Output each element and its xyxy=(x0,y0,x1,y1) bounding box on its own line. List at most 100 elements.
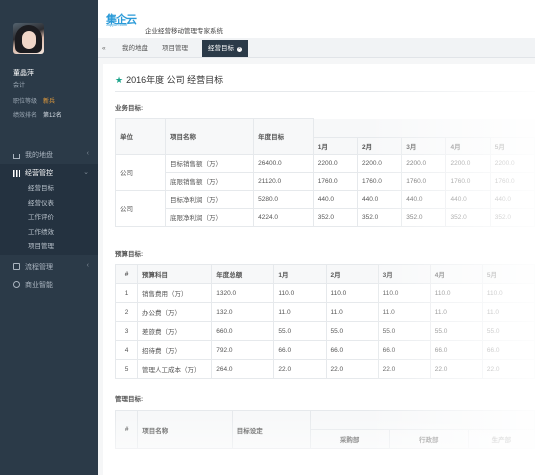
cell: 底限净利润（万） xyxy=(164,207,255,227)
cell: 792.0 xyxy=(211,340,275,360)
cell: 2200.0 xyxy=(356,153,403,173)
tab-label: 经营目标 xyxy=(208,45,234,52)
intelligence-icon xyxy=(13,281,20,288)
user-profile: 董晶萍 会计 职位等级 新兵 绩效排名 第12名 xyxy=(0,0,98,126)
table-row: 2 办公费（万） 132.0 11.0 11.0 11.0 11.0 11.0 xyxy=(115,302,535,322)
tab-bar: « 我的地盘 项目管理 经营目标 × xyxy=(98,38,535,58)
col-header: 行政部 xyxy=(388,429,469,449)
cell: 352.0 xyxy=(356,207,403,227)
cell: 26400.0 xyxy=(253,153,314,173)
cell: 352.0 xyxy=(489,207,535,227)
table-row: 底限销售额（万） 21120.0 1760.0 1760.0 1760.0 17… xyxy=(116,171,535,191)
col-header: 4月 xyxy=(429,264,483,284)
tab-scroll-back-button[interactable]: « xyxy=(98,40,114,57)
cell: 1760.0 xyxy=(489,171,535,191)
cell: 21120.0 xyxy=(253,171,314,191)
cell: 66.0 xyxy=(481,340,535,360)
cell: 55.0 xyxy=(429,321,483,341)
sidebar-subitem-projects[interactable]: 项目管理 xyxy=(0,240,98,255)
table-header-row: # 预算科目 年度总额 1月 2月 3月 4月 5月 xyxy=(115,264,535,284)
main-content: ★ 2016年度 公司 经营目标 业务目标: 单位 项目名称 年度目标 1月 2月… xyxy=(98,58,535,475)
cell: 目标净利润（万） xyxy=(164,189,255,209)
sidebar-item-my-area[interactable]: 我的地盘 ‹ xyxy=(0,146,98,164)
business-section-title: 业务目标: xyxy=(115,105,144,112)
cell: 5 xyxy=(115,359,138,379)
bar-chart-icon xyxy=(13,169,20,177)
cell: 132.0 xyxy=(211,302,275,322)
sidebar-subitem-evaluation[interactable]: 工作评价 xyxy=(0,211,98,226)
logo-subtext: Jiqiyun.com xyxy=(106,22,128,27)
app-window: 董晶萍 会计 职位等级 新兵 绩效排名 第12名 我的地盘 ‹ 经营管控 ⌄ 经营目… xyxy=(0,0,535,475)
sidebar-subitem-performance[interactable]: 工作绩效 xyxy=(0,225,98,240)
cell: 66.0 xyxy=(377,340,431,360)
col-header: 5月 xyxy=(489,136,535,155)
cell: 11.0 xyxy=(481,302,535,322)
cell: 110.0 xyxy=(429,283,483,303)
cell: 440.0 xyxy=(356,189,403,209)
col-header: # xyxy=(114,410,139,449)
cell: 264.0 xyxy=(211,359,275,379)
logo[interactable]: 集企云 Jiqiyun.com xyxy=(106,9,139,28)
business-targets-table: 单位 项目名称 年度目标 1月 2月 3月 4月 5月 公司 目标销售额（万） … xyxy=(115,118,535,227)
table-row: 公司 目标净利润（万） 5280.0 440.0 440.0 440.0 440… xyxy=(115,189,535,227)
cell-unit: 公司 xyxy=(115,153,166,191)
cell: 招待费（万） xyxy=(136,340,213,360)
cell: 1760.0 xyxy=(312,171,358,191)
cell: 22.0 xyxy=(273,359,327,379)
cell-unit: 公司 xyxy=(115,189,166,227)
avatar[interactable] xyxy=(13,23,44,54)
sidebar-item-operations[interactable]: 经营管控 ⌄ xyxy=(0,164,98,182)
close-icon[interactable]: × xyxy=(237,47,242,52)
cell: 1320.0 xyxy=(211,283,275,303)
sidebar-item-process[interactable]: 流程管理 ‹ xyxy=(0,258,98,276)
page-title-text: 2016年度 公司 经营目标 xyxy=(126,75,224,85)
cell: 2200.0 xyxy=(401,153,447,173)
cell: 2 xyxy=(115,302,138,322)
cell: 22.0 xyxy=(429,359,483,379)
cell: 1760.0 xyxy=(356,171,403,191)
cell: 11.0 xyxy=(273,302,327,322)
table-row: 公司 目标销售额（万） 26400.0 2200.0 2200.0 2200.0… xyxy=(115,153,535,191)
cell: 110.0 xyxy=(481,283,535,303)
cell: 55.0 xyxy=(377,321,431,341)
sidebar-subitem-dashboard[interactable]: 经营仪表 xyxy=(0,196,98,211)
chevron-down-icon: ⌄ xyxy=(83,169,89,176)
cell: 11.0 xyxy=(429,302,483,322)
table-row: 1 销售费用（万） 1320.0 110.0 110.0 110.0 110.0… xyxy=(115,283,535,303)
tab-targets[interactable]: 经营目标 × xyxy=(202,40,248,57)
cell: 66.0 xyxy=(429,340,483,360)
col-header: 年度总额 xyxy=(211,264,275,284)
cell: 差旅费（万） xyxy=(136,321,213,341)
cell: 22.0 xyxy=(481,359,535,379)
rank-label: 绩效排名 xyxy=(13,113,38,119)
sidebar-item-bi[interactable]: 商业智能 xyxy=(0,276,98,294)
col-header: 2月 xyxy=(325,264,379,284)
col-header: 项目名称 xyxy=(164,118,255,155)
col-header: 预算科目 xyxy=(136,264,213,284)
cell: 66.0 xyxy=(325,340,379,360)
tab-my-area[interactable]: 我的地盘 xyxy=(116,40,154,57)
sidebar-item-label: 经营管控 xyxy=(25,170,53,177)
cell: 440.0 xyxy=(401,189,447,209)
tab-projects[interactable]: 项目管理 xyxy=(156,40,194,57)
cell: 办公费（万） xyxy=(136,302,213,322)
col-header: 项目名称 xyxy=(137,410,233,449)
sidebar-subitem-targets[interactable]: 经营目标 xyxy=(0,182,98,197)
management-section-title: 管理目标: xyxy=(115,396,144,403)
user-role: 会计 xyxy=(13,83,26,89)
cell: 目标销售额（万） xyxy=(164,153,255,173)
col-header: 采购部 xyxy=(309,429,390,449)
table-row: 4 招待费（万） 792.0 66.0 66.0 66.0 66.0 66.0 xyxy=(115,340,535,360)
management-targets-table: # 项目名称 目标设定 采购部 行政部 生产部 xyxy=(114,410,535,449)
cell: 110.0 xyxy=(377,283,431,303)
col-header: 2月 xyxy=(356,136,403,155)
level-value: 新兵 xyxy=(43,99,56,105)
page-title: ★ 2016年度 公司 经营目标 xyxy=(115,73,223,86)
cell: 1760.0 xyxy=(445,171,491,191)
sidebar-item-label: 商业智能 xyxy=(25,281,53,289)
cell: 352.0 xyxy=(445,207,491,227)
cell: 2200.0 xyxy=(489,153,535,173)
col-header: 年度目标 xyxy=(253,118,314,155)
cell: 11.0 xyxy=(377,302,431,322)
rank-row: 绩效排名 第12名 xyxy=(13,110,62,119)
